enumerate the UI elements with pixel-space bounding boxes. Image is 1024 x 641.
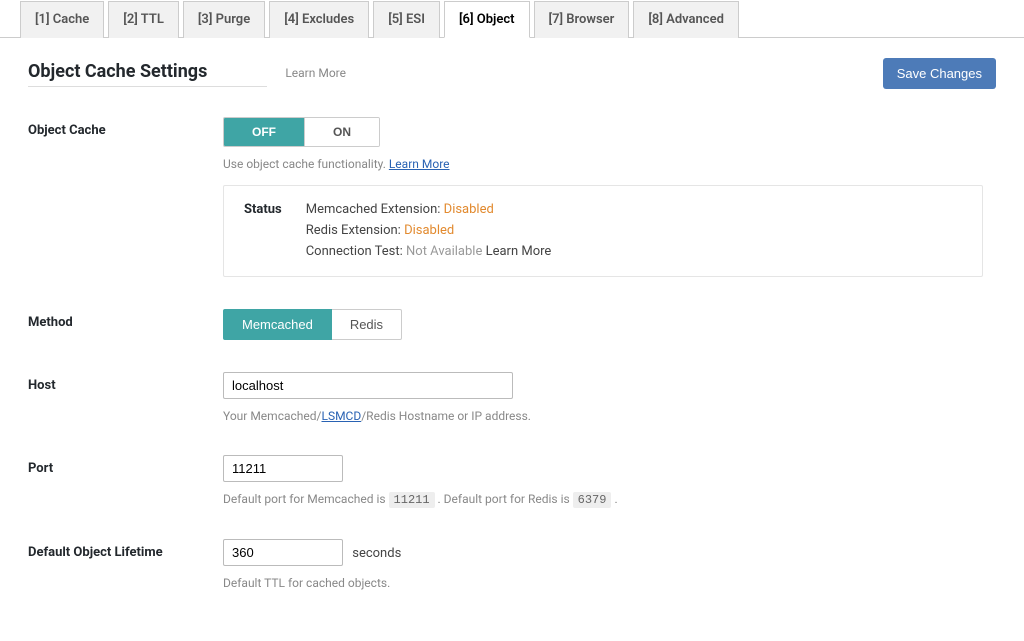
host-row: Host Your Memcached/LSMCD/Redis Hostname…: [28, 372, 996, 423]
host-desc-prefix: Your Memcached/: [223, 409, 321, 423]
status-conn-line: Connection Test: Not Available Learn Mor…: [306, 242, 552, 263]
tab-2[interactable]: [3] Purge: [183, 1, 265, 38]
port-desc: Default port for Memcached is 11211 . De…: [223, 492, 996, 507]
header-learn-more-link[interactable]: Learn More: [285, 66, 346, 80]
lifetime-control: seconds Default TTL for cached objects.: [223, 539, 996, 590]
header-row: Object Cache Settings Learn More Save Ch…: [28, 58, 996, 89]
port-control: Default port for Memcached is 11211 . De…: [223, 455, 996, 507]
host-control: Your Memcached/LSMCD/Redis Hostname or I…: [223, 372, 996, 423]
port-input[interactable]: [223, 455, 343, 482]
header-left: Object Cache Settings Learn More: [28, 61, 346, 87]
status-label: Status: [244, 200, 282, 262]
object-cache-label: Object Cache: [28, 117, 223, 277]
status-conn-learn-more-link[interactable]: Learn More: [486, 244, 552, 259]
method-row: Method Memcached Redis: [28, 309, 996, 340]
method-memcached-button[interactable]: Memcached: [223, 309, 332, 340]
lifetime-input[interactable]: [223, 539, 343, 566]
status-memcached-value: Disabled: [444, 202, 494, 217]
object-cache-desc: Use object cache functionality. Learn Mo…: [223, 157, 996, 171]
host-label: Host: [28, 372, 223, 423]
lifetime-row: Default Object Lifetime seconds Default …: [28, 539, 996, 590]
port-desc-mid: . Default port for Redis is: [435, 492, 573, 506]
page-title: Object Cache Settings: [28, 61, 267, 87]
tab-5[interactable]: [6] Object: [444, 1, 530, 38]
method-toggle: Memcached Redis: [223, 309, 402, 340]
status-memcached-line: Memcached Extension: Disabled: [306, 200, 552, 221]
host-desc: Your Memcached/LSMCD/Redis Hostname or I…: [223, 409, 996, 423]
method-label: Method: [28, 309, 223, 340]
status-memcached-label: Memcached Extension:: [306, 202, 444, 217]
port-desc-prefix: Default port for Memcached is: [223, 492, 389, 506]
tab-4[interactable]: [5] ESI: [373, 1, 440, 38]
object-cache-learn-more-link[interactable]: Learn More: [389, 157, 450, 171]
method-redis-button[interactable]: Redis: [332, 309, 402, 340]
tab-6[interactable]: [7] Browser: [534, 1, 630, 38]
status-conn-label: Connection Test:: [306, 244, 406, 259]
port-desc-suffix: .: [611, 492, 617, 506]
object-cache-on-button[interactable]: ON: [305, 118, 379, 146]
lifetime-unit: seconds: [352, 546, 401, 561]
port-chip-memcached: 11211: [389, 492, 435, 508]
port-label: Port: [28, 455, 223, 507]
lifetime-desc: Default TTL for cached objects.: [223, 576, 996, 590]
object-cache-desc-text: Use object cache functionality.: [223, 157, 389, 171]
status-redis-label: Redis Extension:: [306, 223, 404, 238]
object-cache-toggle: OFF ON: [223, 117, 380, 147]
host-input[interactable]: [223, 372, 513, 399]
tab-7[interactable]: [8] Advanced: [633, 1, 739, 38]
main-content: Object Cache Settings Learn More Save Ch…: [0, 38, 1024, 641]
tab-3[interactable]: [4] Excludes: [269, 1, 369, 38]
tab-0[interactable]: [1] Cache: [20, 1, 104, 38]
object-cache-control: OFF ON Use object cache functionality. L…: [223, 117, 996, 277]
save-changes-button[interactable]: Save Changes: [883, 58, 996, 89]
object-cache-row: Object Cache OFF ON Use object cache fun…: [28, 117, 996, 277]
port-row: Port Default port for Memcached is 11211…: [28, 455, 996, 507]
host-lsmcd-link[interactable]: LSMCD: [321, 409, 361, 423]
lifetime-label: Default Object Lifetime: [28, 539, 223, 590]
method-control: Memcached Redis: [223, 309, 996, 340]
tab-bar: [1] Cache[2] TTL[3] Purge[4] Excludes[5]…: [0, 0, 1024, 38]
status-panel: Status Memcached Extension: Disabled Red…: [223, 185, 983, 277]
tab-1[interactable]: [2] TTL: [108, 1, 179, 38]
status-conn-value: Not Available: [406, 244, 486, 259]
status-lines: Memcached Extension: Disabled Redis Exte…: [306, 200, 552, 262]
port-chip-redis: 6379: [573, 492, 612, 508]
host-desc-suffix: /Redis Hostname or IP address.: [361, 409, 531, 423]
status-redis-line: Redis Extension: Disabled: [306, 221, 552, 242]
status-redis-value: Disabled: [404, 223, 454, 238]
object-cache-off-button[interactable]: OFF: [224, 118, 305, 146]
